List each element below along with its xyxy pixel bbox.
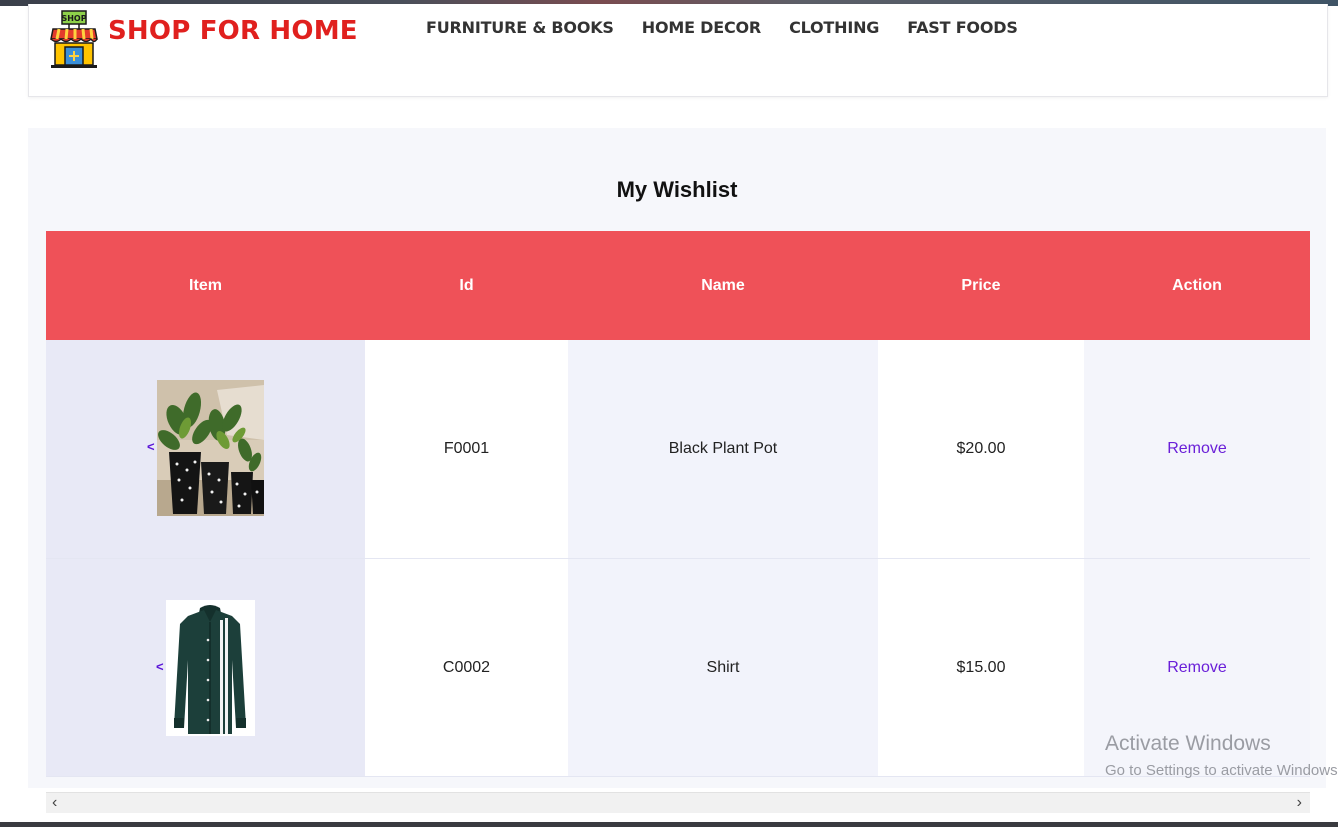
nav-furniture-books[interactable]: FURNITURE & BOOKS [426,18,614,37]
svg-text:SHOP: SHOP [61,14,86,23]
price-cell: $20.00 [878,340,1084,558]
item-marker: < [147,439,155,454]
nav-fast-foods[interactable]: FAST FOODS [907,18,1018,37]
header-price: Price [961,276,1001,294]
wishlist-table: Item Id Name Price Action < F0001 Black … [46,231,1310,777]
header-item: Item [189,276,222,294]
scroll-right-icon[interactable]: › [1297,793,1302,813]
header-id: Id [459,276,474,294]
price-cell: $15.00 [878,559,1084,776]
id-cell: F0001 [365,340,568,558]
wishlist-panel: My Wishlist Item Id Name Price Action < [28,128,1326,788]
site-header: SHOP SHOP FOR HOME FURNITURE & BOOKS HOM… [28,4,1328,97]
name-cell: Black Plant Pot [568,340,878,558]
nav-home-decor[interactable]: HOME DECOR [642,18,761,37]
table-header-row: Item Id Name Price Action [46,231,1310,340]
nav-clothing[interactable]: CLOTHING [789,18,879,37]
horizontal-scrollbar[interactable]: ‹ › [46,792,1310,813]
item-cell: < [46,340,365,558]
name-cell: Shirt [568,559,878,776]
header-name: Name [701,276,745,294]
action-cell: Remove [1084,340,1310,558]
remove-button[interactable]: Remove [1167,440,1227,458]
shop-store-icon[interactable]: SHOP [49,9,99,69]
header-action: Action [1172,276,1222,294]
page-title: My Wishlist [616,177,738,202]
main-nav: FURNITURE & BOOKS HOME DECOR CLOTHING FA… [426,18,1046,37]
remove-button[interactable]: Remove [1167,659,1227,677]
id-cell: C0002 [365,559,568,776]
brand-name[interactable]: SHOP FOR HOME [108,16,358,46]
shirt-thumbnail[interactable] [166,600,255,736]
bottom-border [0,822,1338,827]
plant-pots-thumbnail[interactable] [157,380,264,516]
scroll-left-icon[interactable]: ‹ [52,793,57,813]
activate-windows-title: Activate Windows [1105,732,1271,755]
item-marker: < [156,659,164,674]
item-cell: < [46,559,365,776]
activate-windows-subtitle: Go to Settings to activate Windows. [1105,762,1338,779]
table-row: < F0001 Black Plant Pot $20.00 Remove [46,340,1310,559]
